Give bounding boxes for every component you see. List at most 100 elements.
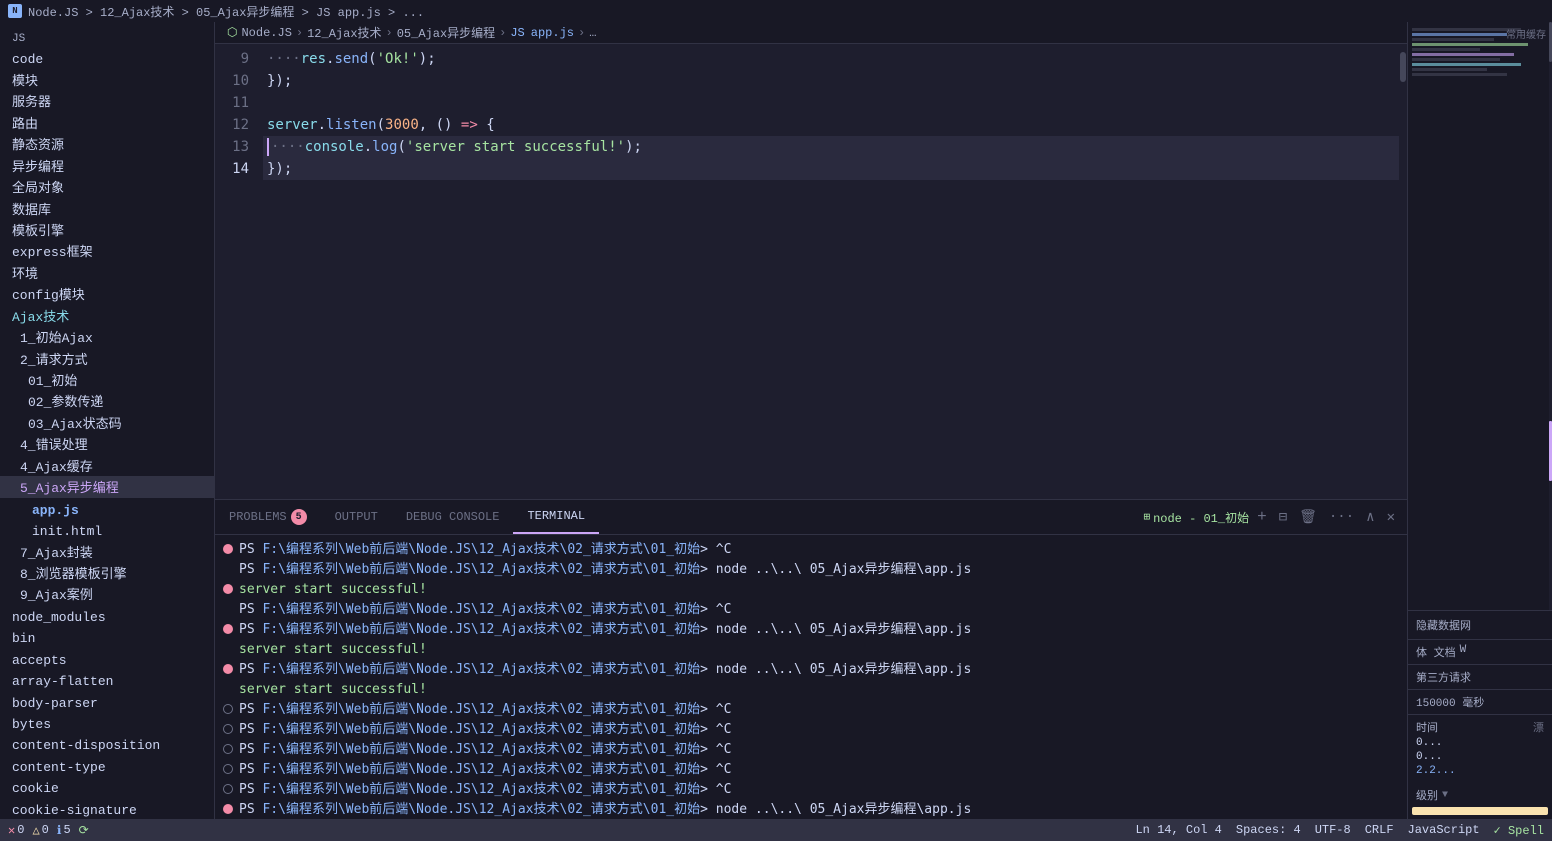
panel-tabs: PROBLEMS 5 OUTPUT DEBUG CONSOLE TERMINAL <box>215 500 1407 535</box>
sidebar-item-content-disp[interactable]: content-disposition <box>0 733 214 754</box>
status-info[interactable]: ℹ 5 <box>57 823 71 838</box>
status-line-col[interactable]: Ln 14, Col 4 <box>1135 823 1221 838</box>
editor-scrollbar[interactable] <box>1399 44 1407 499</box>
line-num-13: 13 <box>215 136 249 158</box>
code-content[interactable]: ····res.send('Ok!'); }); server.listen(3… <box>263 44 1399 499</box>
sidebar-item-server[interactable]: 服务器 <box>0 90 214 111</box>
terminal-close-btn[interactable]: ✕ <box>1383 509 1399 526</box>
sidebar-item-bytes[interactable]: bytes <box>0 712 214 733</box>
sidebar-item-async-prog[interactable]: 5_Ajax异步编程 <box>0 476 214 497</box>
terminal-split-btn[interactable]: ⊟ <box>1275 509 1291 526</box>
term-line-6: server start successful! <box>223 640 1399 659</box>
sidebar-item-ajax[interactable]: Ajax技术 <box>0 305 214 326</box>
status-error-count: 0 <box>17 823 24 837</box>
line-numbers: 9 10 11 12 13 14 <box>215 44 263 499</box>
tab-output[interactable]: OUTPUT <box>321 500 392 534</box>
status-git-icon: ⟳ <box>79 823 89 838</box>
term-dot-3 <box>223 584 233 594</box>
status-spell[interactable]: ✓ Spell <box>1494 823 1544 838</box>
minimap-line <box>1412 73 1507 76</box>
breadcrumb-nodejs[interactable]: Node.JS <box>241 26 291 40</box>
sidebar-item-appjs[interactable]: app.js <box>0 498 214 519</box>
panel-area: PROBLEMS 5 OUTPUT DEBUG CONSOLE TERMINAL <box>215 499 1407 819</box>
term-text-6: server start successful! <box>239 640 427 659</box>
status-spaces[interactable]: Spaces: 4 <box>1236 823 1301 838</box>
sidebar-item-async[interactable]: 异步编程 <box>0 155 214 176</box>
minimap-line <box>1412 28 1521 31</box>
sidebar-item-request[interactable]: 2_请求方式 <box>0 348 214 369</box>
terminal-node-text: node - 01_初始 <box>1153 509 1249 526</box>
sidebar-item-cache[interactable]: 4_Ajax缓存 <box>0 455 214 476</box>
code-line-14: }); <box>263 158 1399 180</box>
terminal-trash-btn[interactable]: 🗑 <box>1295 509 1321 526</box>
minimap: 常用缓存 <box>1408 22 1552 610</box>
right-panel-section-3: 第三方请求 <box>1408 665 1552 690</box>
sidebar-item-cookie[interactable]: cookie <box>0 776 214 797</box>
status-git[interactable]: ⟳ <box>79 823 89 838</box>
right-panel-val-1: 0... <box>1416 737 1544 749</box>
tab-terminal-label: TERMINAL <box>527 509 585 523</box>
term-dot-11 <box>223 744 233 754</box>
sidebar-item-browser-tpl[interactable]: 8_浏览器模板引擎 <box>0 562 214 583</box>
term-dot-14 <box>223 804 233 814</box>
minimap-line <box>1412 63 1521 66</box>
sidebar-item-body-parser[interactable]: body-parser <box>0 691 214 712</box>
sidebar-item-02[interactable]: 02_参数传递 <box>0 390 214 411</box>
sidebar-item-content-type[interactable]: content-type <box>0 755 214 776</box>
terminal-more-btn[interactable]: ··· <box>1325 509 1358 525</box>
sidebar-item-env[interactable]: 环境 <box>0 262 214 283</box>
terminal-content[interactable]: PS F:\编程系列\Web前后端\Node.JS\12_Ajax技术\02_请… <box>215 535 1407 819</box>
code-editor: 9 10 11 12 13 14 ····res.send('Ok!'); })… <box>215 44 1407 499</box>
term-text-2: PS F:\编程系列\Web前后端\Node.JS\12_Ajax技术\02_请… <box>239 560 971 579</box>
term-line-5: PS F:\编程系列\Web前后端\Node.JS\12_Ajax技术\02_请… <box>223 620 1399 639</box>
tab-terminal[interactable]: TERMINAL <box>513 500 599 534</box>
sidebar-item-cookie-sig[interactable]: cookie-signature <box>0 798 214 819</box>
term-text-4: PS F:\编程系列\Web前后端\Node.JS\12_Ajax技术\02_请… <box>239 600 731 619</box>
sidebar-item-express[interactable]: express框架 <box>0 240 214 261</box>
sidebar-item-node-modules[interactable]: node_modules <box>0 605 214 626</box>
sidebar-item-array-flatten[interactable]: array-flatten <box>0 669 214 690</box>
title-path: Node.JS > 12_Ajax技术 > 05_Ajax异步编程 > JS a… <box>28 3 424 20</box>
breadcrumb-async-prog[interactable]: 05_Ajax异步编程 <box>397 24 495 41</box>
status-encoding[interactable]: UTF-8 <box>1315 823 1351 838</box>
breadcrumb-appjs[interactable]: app.js <box>531 26 574 40</box>
sidebar-item-template[interactable]: 模板引擎 <box>0 219 214 240</box>
right-panel-third-party: 第三方请求 <box>1416 673 1471 685</box>
sidebar-item-module[interactable]: 模块 <box>0 69 214 90</box>
status-eol[interactable]: CRLF <box>1365 823 1394 838</box>
sidebar-item-01[interactable]: 01_初始 <box>0 369 214 390</box>
sidebar-item-static[interactable]: 静态资源 <box>0 133 214 154</box>
sidebar-item-bin[interactable]: bin <box>0 626 214 647</box>
sidebar-item-ajax-case[interactable]: 9_Ajax案例 <box>0 583 214 604</box>
tab-debug[interactable]: DEBUG CONSOLE <box>392 500 514 534</box>
sidebar-item-03[interactable]: 03_Ajax状态码 <box>0 412 214 433</box>
sidebar-item-js[interactable]: JS <box>0 22 214 47</box>
sidebar-item-route[interactable]: 路由 <box>0 112 214 133</box>
sidebar-item-init-ajax[interactable]: 1_初始Ajax <box>0 326 214 347</box>
sidebar-item-global[interactable]: 全局对象 <box>0 176 214 197</box>
code-line-10: }); <box>263 70 1399 92</box>
sidebar-item-code[interactable]: code <box>0 47 214 68</box>
code-line-13: ····console.log('server start successful… <box>263 136 1399 158</box>
sidebar-item-config[interactable]: config模块 <box>0 283 214 304</box>
breadcrumb-ajax[interactable]: 12_Ajax技术 <box>307 24 381 41</box>
right-panel-time-label: 时间 <box>1416 719 1438 735</box>
terminal-add-btn[interactable]: + <box>1253 508 1271 526</box>
sidebar-item-accepts[interactable]: accepts <box>0 648 214 669</box>
tab-problems[interactable]: PROBLEMS 5 <box>215 500 321 534</box>
sidebar-item-inithtml[interactable]: init.html <box>0 519 214 540</box>
terminal-expand-btn[interactable]: ∧ <box>1362 509 1378 526</box>
tab-debug-label: DEBUG CONSOLE <box>406 510 500 524</box>
problems-badge: 5 <box>291 509 307 525</box>
term-dot-5 <box>223 624 233 634</box>
status-language[interactable]: JavaScript <box>1408 823 1480 838</box>
sidebar-item-04[interactable]: 4_错误处理 <box>0 433 214 454</box>
status-errors[interactable]: ✕ 0 <box>8 823 24 838</box>
sidebar-item-ajax-wrap[interactable]: 7_Ajax封装 <box>0 541 214 562</box>
right-panel-level-label: 级别 <box>1416 787 1438 803</box>
status-warn-icon: △ <box>32 823 39 838</box>
code-line-11 <box>263 92 1399 114</box>
status-warnings[interactable]: △ 0 <box>32 823 48 838</box>
minimap-line <box>1412 48 1480 51</box>
sidebar-item-db[interactable]: 数据库 <box>0 198 214 219</box>
